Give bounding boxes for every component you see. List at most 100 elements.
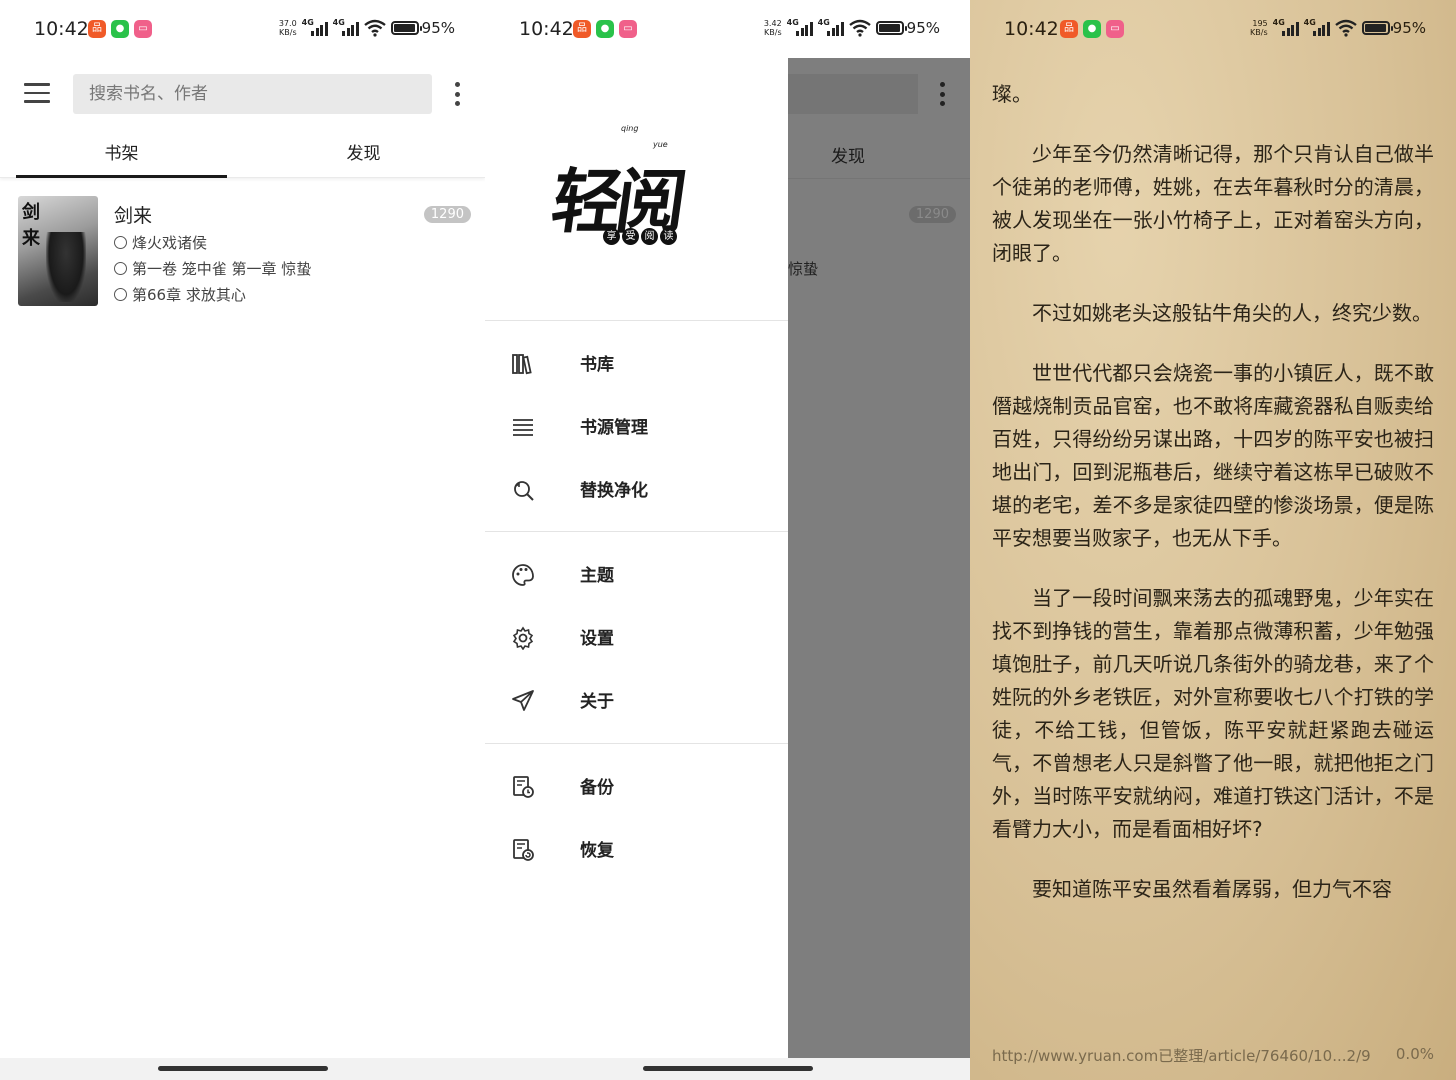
status-app-icons: 品 ● ▭ [1060, 20, 1124, 38]
status-indicators: 195 KB/s 4G 4G 95% [1246, 18, 1426, 38]
home-gesture-bar[interactable] [643, 1066, 813, 1071]
reader-paragraph: 当了一段时间飘来荡去的孤魂野鬼，少年实在找不到挣钱的营生，靠着那点微薄积蓄，少年… [992, 586, 1434, 841]
status-time: 10:42 [1004, 18, 1059, 40]
drawer-divider [485, 531, 788, 532]
drawer-scrim[interactable]: 发现 1290 惊蛰 [788, 58, 970, 1058]
wifi-icon [1334, 19, 1357, 37]
app-notification-icon: 品 [573, 20, 591, 38]
navigation-drawer: qing yue 轻阅 享受阅读 书库 书源管理 替换净化 主题 设置 关于 备… [485, 58, 788, 1058]
battery-indicator: 95% [390, 19, 455, 37]
drawer-item-source-management[interactable]: 书源管理 [485, 395, 788, 457]
drawer-item-library[interactable]: 书库 [485, 332, 788, 394]
list-icon [513, 419, 533, 436]
chat-notification-icon: ● [596, 20, 614, 38]
status-indicators: 3.42 KB/s 4G 4G 95% [760, 18, 940, 38]
more-options-icon[interactable] [455, 82, 461, 106]
video-notification-icon: ▭ [1106, 20, 1124, 38]
navigation-bar [0, 1058, 485, 1080]
reader-paragraph: 少年至今仍然清晰记得，那个只肯认自己做半个徒弟的老师傅，姓姚，在去年暮秋时分的清… [992, 142, 1434, 265]
gear-icon [512, 626, 534, 650]
dimmed-text: 惊蛰 [788, 260, 819, 278]
app-logo: qing yue 轻阅 享受阅读 [545, 118, 735, 258]
bookshelf-screen: 10:42 品 ● ▭ 37.0 KB/s 4G 4G 95% 搜索书名、作者 书… [0, 0, 485, 1080]
find-replace-icon [514, 481, 534, 501]
logo-tiny-text: qing [621, 124, 639, 133]
home-gesture-bar[interactable] [158, 1066, 328, 1071]
status-bar: 10:42 品 ● ▭ 37.0 KB/s 4G 4G 95% [0, 0, 485, 58]
book-cover[interactable]: 剑来 [18, 196, 98, 306]
backup-icon [513, 776, 534, 798]
drawer-item-theme[interactable]: 主题 [485, 543, 788, 605]
navigation-bar [485, 1058, 970, 1080]
chat-notification-icon: ● [111, 20, 129, 38]
tab-bar: 书架 发现 [0, 130, 485, 178]
signal-icon: 4G [302, 18, 328, 38]
library-icon [512, 354, 532, 375]
restore-icon [513, 839, 534, 861]
status-time: 10:42 [519, 18, 574, 40]
compass-icon [114, 288, 127, 301]
reader-content[interactable]: 璨。 少年至今仍然清晰记得，那个只肯认自己做半个徒弟的老师傅，姓姚，在去年暮秋时… [992, 78, 1434, 933]
drawer-item-backup[interactable]: 备份 [485, 755, 788, 817]
video-notification-icon: ▭ [134, 20, 152, 38]
tab-bookshelf[interactable]: 书架 [16, 130, 227, 178]
logo-subtitle: 享受阅读 [603, 228, 677, 245]
book-author: 烽火戏诸侯 [114, 232, 207, 253]
drawer-divider [485, 320, 788, 321]
clock-icon [114, 262, 127, 275]
reader-paragraph: 璨。 [992, 82, 1032, 106]
battery-icon [875, 21, 907, 35]
reader-screen[interactable]: 10:42 品 ● ▭ 195 KB/s 4G 4G 95% 璨。 少年至今仍然清… [970, 0, 1456, 1080]
signal-icon: 4G [1304, 18, 1330, 38]
send-icon [512, 690, 534, 711]
signal-icon: 4G [787, 18, 813, 38]
drawer-item-settings[interactable]: 设置 [485, 606, 788, 668]
dimmed-tab-discover: 发现 [831, 147, 865, 167]
more-options-icon [940, 82, 946, 106]
status-bar: 10:42 品 ● ▭ 195 KB/s 4G 4G 95% [970, 0, 1456, 58]
tab-discover[interactable]: 发现 [258, 130, 469, 178]
reader-paragraph: 要知道陈平安虽然看着孱弱，但力气不容 [1032, 877, 1392, 901]
drawer-item-replace-purify[interactable]: 替换净化 [485, 458, 788, 520]
drawer-divider [485, 743, 788, 744]
battery-indicator: 95% [875, 19, 940, 37]
book-title: 剑来 [114, 205, 153, 227]
signal-icon: 4G [1273, 18, 1299, 38]
drawer-item-about[interactable]: 关于 [485, 669, 788, 731]
drawer-item-restore[interactable]: 恢复 [485, 818, 788, 880]
reading-progress: 0.0% [1395, 1045, 1434, 1063]
chat-notification-icon: ● [1083, 20, 1101, 38]
dimmed-search-input [788, 74, 918, 114]
status-app-icons: 品 ● ▭ [573, 20, 637, 38]
net-speed: 37.0 KB/s [278, 19, 297, 37]
battery-icon [1361, 21, 1393, 35]
signal-icon: 4G [333, 18, 359, 38]
book-progress: 第一卷 笼中雀 第一章 惊蛰 [114, 258, 311, 279]
palette-icon [512, 564, 534, 586]
net-speed: 3.42 KB/s [763, 19, 782, 37]
status-time: 10:42 [34, 18, 89, 40]
status-indicators: 37.0 KB/s 4G 4G 95% [275, 18, 455, 38]
dimmed-divider [788, 178, 970, 179]
net-speed: 195 KB/s [1250, 19, 1268, 37]
search-input[interactable]: 搜索书名、作者 [73, 74, 432, 114]
signal-icon: 4G [818, 18, 844, 38]
drawer-screen: 10:42 品 ● ▭ 3.42 KB/s 4G 4G 95% 发现 1290 惊… [485, 0, 970, 1080]
top-bar: 搜索书名、作者 [0, 58, 485, 130]
menu-icon[interactable] [24, 83, 50, 103]
status-app-icons: 品 ● ▭ [88, 20, 152, 38]
battery-icon [390, 21, 422, 35]
reader-footer: http://www.yruan.com已整理/article/76460/10… [992, 1045, 1434, 1066]
dimmed-badge: 1290 [908, 206, 956, 223]
book-latest-chapter: 第66章 求放其心 [114, 284, 246, 305]
wifi-icon [848, 19, 871, 37]
reader-paragraph: 不过如姚老头这般钻牛角尖的人，终究少数。 [1032, 301, 1432, 325]
app-notification-icon: 品 [1060, 20, 1078, 38]
book-list-item[interactable]: 剑来 剑来 烽火戏诸侯 第一卷 笼中雀 第一章 惊蛰 第66章 求放其心 129… [18, 196, 471, 308]
app-notification-icon: 品 [88, 20, 106, 38]
video-notification-icon: ▭ [619, 20, 637, 38]
author-icon [114, 236, 127, 249]
battery-indicator: 95% [1361, 19, 1426, 37]
unread-count-badge: 1290 [423, 206, 471, 223]
status-bar: 10:42 品 ● ▭ 3.42 KB/s 4G 4G 95% [485, 0, 970, 58]
